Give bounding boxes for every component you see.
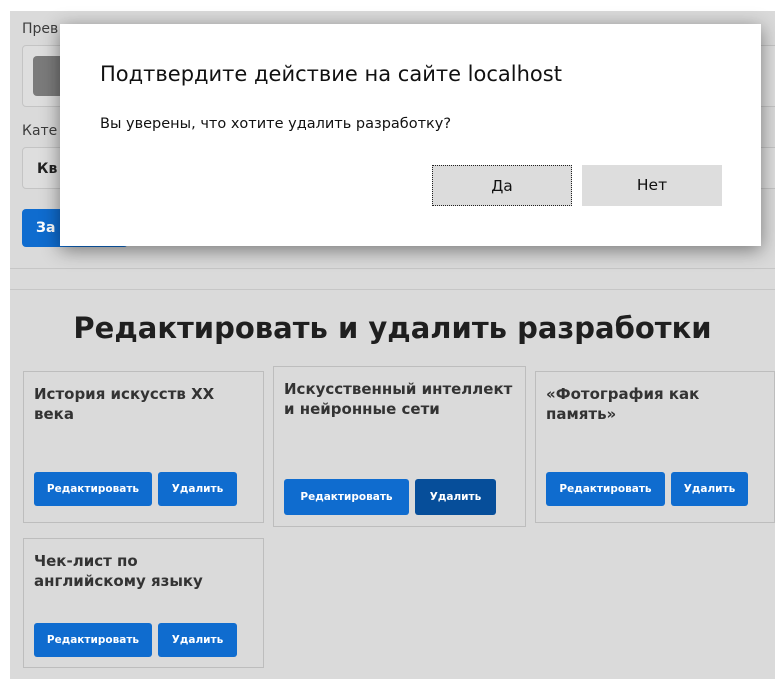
- no-button[interactable]: Нет: [582, 165, 722, 206]
- delete-button[interactable]: Удалить: [671, 472, 748, 506]
- edit-button[interactable]: Редактировать: [34, 472, 152, 506]
- edit-button[interactable]: Редактировать: [546, 472, 665, 506]
- preview-label: Прев: [22, 21, 59, 37]
- dialog-message: Вы уверены, что хотите удалить разработк…: [100, 116, 452, 132]
- project-card: Чек-лист по английскому языку Редактиров…: [23, 538, 264, 668]
- card-title: Чек-лист по английскому языку: [34, 552, 203, 590]
- section-title: Редактировать и удалить разработки: [73, 311, 712, 345]
- edit-button[interactable]: Редактировать: [34, 623, 152, 657]
- confirm-dialog: Подтвердите действие на сайте localhost …: [60, 24, 761, 246]
- category-label: Кате: [22, 123, 58, 139]
- card-title: История искусств XX века: [34, 385, 215, 423]
- delete-button[interactable]: Удалить: [158, 472, 237, 506]
- project-card: История искусств XX века Редактировать У…: [23, 371, 264, 523]
- divider: [10, 268, 775, 269]
- dialog-title: Подтвердите действие на сайте localhost: [100, 62, 562, 86]
- card-title: «Фотография как память»: [546, 385, 700, 423]
- yes-button[interactable]: Да: [432, 165, 572, 206]
- project-card: «Фотография как память» Редактировать Уд…: [535, 371, 775, 523]
- card-title: Искусственный интеллект и нейронные сети: [284, 380, 513, 418]
- edit-button[interactable]: Редактировать: [284, 479, 409, 515]
- project-card: Искусственный интеллект и нейронные сети…: [273, 366, 526, 527]
- delete-button[interactable]: Удалить: [158, 623, 237, 657]
- divider: [10, 289, 775, 290]
- delete-button[interactable]: Удалить: [415, 479, 496, 515]
